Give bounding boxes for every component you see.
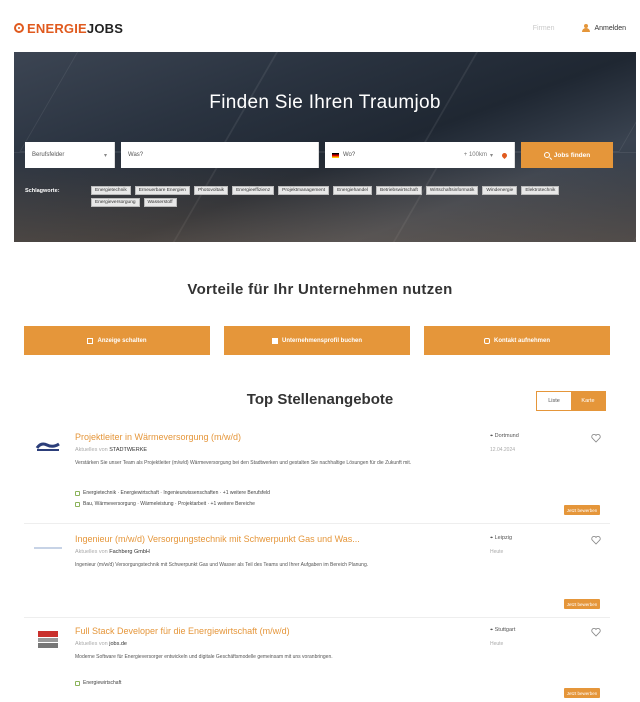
tag-icon: [75, 501, 80, 507]
radius-select[interactable]: + 100km ▾: [464, 151, 509, 159]
keyword-chip[interactable]: Wasserstoff: [143, 198, 177, 207]
job-description: Ingenieur (m/w/d) Versorgungstechnik mit…: [75, 562, 369, 568]
keyword-chip[interactable]: Projektmanagement: [278, 186, 330, 195]
logo-icon: [14, 23, 24, 33]
benefit-actions: Anzeige schalten Unternehmensprofil buch…: [24, 326, 610, 355]
job-tags: Energietechnik · Energiewirtschaft · Ing…: [75, 490, 270, 507]
job-date: Heute: [490, 641, 504, 647]
job-location: ⌖ Leipzig: [490, 535, 513, 541]
apply-button[interactable]: Jetzt bewerben: [564, 505, 600, 515]
keyword-chip[interactable]: Energiehandel: [333, 186, 373, 195]
keyword-chip[interactable]: Betriebswirtschaft: [376, 186, 422, 195]
companies-link[interactable]: Firmen: [533, 25, 555, 32]
location-marker-icon: [500, 151, 509, 159]
search-bar: Berufsfelder ▾ Was? Wo? + 100km ▾ Jobs f…: [25, 142, 613, 168]
heart-icon[interactable]: [591, 535, 601, 545]
keywords-label: Schlagworte:: [25, 188, 60, 194]
tag-icon: [75, 680, 80, 686]
job-card[interactable]: Full Stack Developer für die Energiewirt…: [24, 620, 610, 700]
view-toggle: Liste Karte: [536, 391, 606, 411]
job-card[interactable]: Projektleiter in Wärmeversorgung (m/w/d)…: [24, 426, 610, 524]
logo[interactable]: ENERGIE JOBS: [14, 21, 123, 36]
keyword-chip[interactable]: Energietechnik: [91, 186, 131, 195]
keyword-list: Schlagworte: Energietechnik Erneuerbare E…: [25, 186, 615, 207]
where-input[interactable]: Wo? + 100km ▾: [325, 142, 515, 168]
book-profile-button[interactable]: Unternehmensprofil buchen: [224, 326, 410, 355]
job-description: Moderne Software für Energieversorger en…: [75, 654, 333, 660]
heart-icon[interactable]: [591, 627, 601, 637]
hero-title: Finden Sie Ihren Traumjob: [209, 92, 441, 113]
login-link[interactable]: Anmelden: [582, 24, 626, 32]
job-card[interactable]: Ingenieur (m/w/d) Versorgungstechnik mit…: [24, 528, 610, 618]
company-logo: [32, 628, 64, 652]
keyword-chip[interactable]: Wirtschaftsinformatik: [425, 186, 479, 195]
edit-icon: [87, 337, 94, 344]
tag-icon: [75, 490, 80, 496]
job-date: Heute: [490, 549, 504, 555]
job-location: ⌖ Stuttgart: [490, 627, 516, 633]
user-icon: [582, 24, 591, 32]
keyword-chip[interactable]: Energieversorgung: [91, 198, 140, 207]
job-title[interactable]: Full Stack Developer für die Energiewirt…: [75, 626, 290, 636]
keyword-chip[interactable]: Erneuerbare Energien: [134, 186, 190, 195]
site-header: ENERGIE JOBS Firmen Anmelden: [14, 8, 626, 48]
job-description: Verstärken Sie unser Team als Projektlei…: [75, 460, 412, 466]
job-location: ⌖ Dortmund: [490, 433, 519, 439]
keyword-chip[interactable]: Elektrotechnik: [521, 186, 560, 195]
chat-icon: [483, 337, 490, 344]
apply-button[interactable]: Jetzt bewerben: [564, 599, 600, 609]
keyword-chip[interactable]: Energieeffizienz: [232, 186, 275, 195]
hero-banner: Finden Sie Ihren Traumjob Berufsfelder ▾…: [14, 52, 636, 242]
job-title[interactable]: Ingenieur (m/w/d) Versorgungstechnik mit…: [75, 534, 360, 544]
keyword-chip[interactable]: Photovoltaik: [193, 186, 229, 195]
chevron-down-icon: ▾: [103, 152, 107, 159]
company-logo: [32, 434, 64, 458]
job-company: Aktuelles von Fachberg GmbH: [75, 549, 150, 555]
job-tags: Energiewirtschaft: [75, 680, 121, 686]
company-logo: [32, 536, 64, 560]
chevron-down-icon: ▾: [489, 152, 493, 159]
post-ad-button[interactable]: Anzeige schalten: [24, 326, 210, 355]
heart-icon[interactable]: [591, 433, 601, 443]
job-date: 12.04.2024: [490, 447, 516, 453]
job-title[interactable]: Projektleiter in Wärmeversorgung (m/w/d): [75, 432, 241, 442]
list-view-button[interactable]: Liste: [537, 392, 571, 410]
apply-button[interactable]: Jetzt bewerben: [564, 688, 600, 698]
job-company: Aktuelles von jobs.de: [75, 641, 127, 647]
search-button[interactable]: Jobs finden: [521, 142, 613, 168]
job-company: Aktuelles von STADTWERKE: [75, 447, 148, 453]
contact-button[interactable]: Kontakt aufnehmen: [424, 326, 610, 355]
benefits-title: Vorteile für Ihr Unternehmen nutzen: [187, 281, 453, 298]
category-select[interactable]: Berufsfelder ▾: [25, 142, 115, 168]
what-input[interactable]: Was?: [121, 142, 319, 168]
building-icon: [271, 337, 278, 344]
germany-flag-icon: [332, 152, 339, 158]
search-icon: [543, 152, 550, 158]
keyword-chip[interactable]: Windenergie: [482, 186, 518, 195]
map-view-button[interactable]: Karte: [571, 392, 605, 410]
